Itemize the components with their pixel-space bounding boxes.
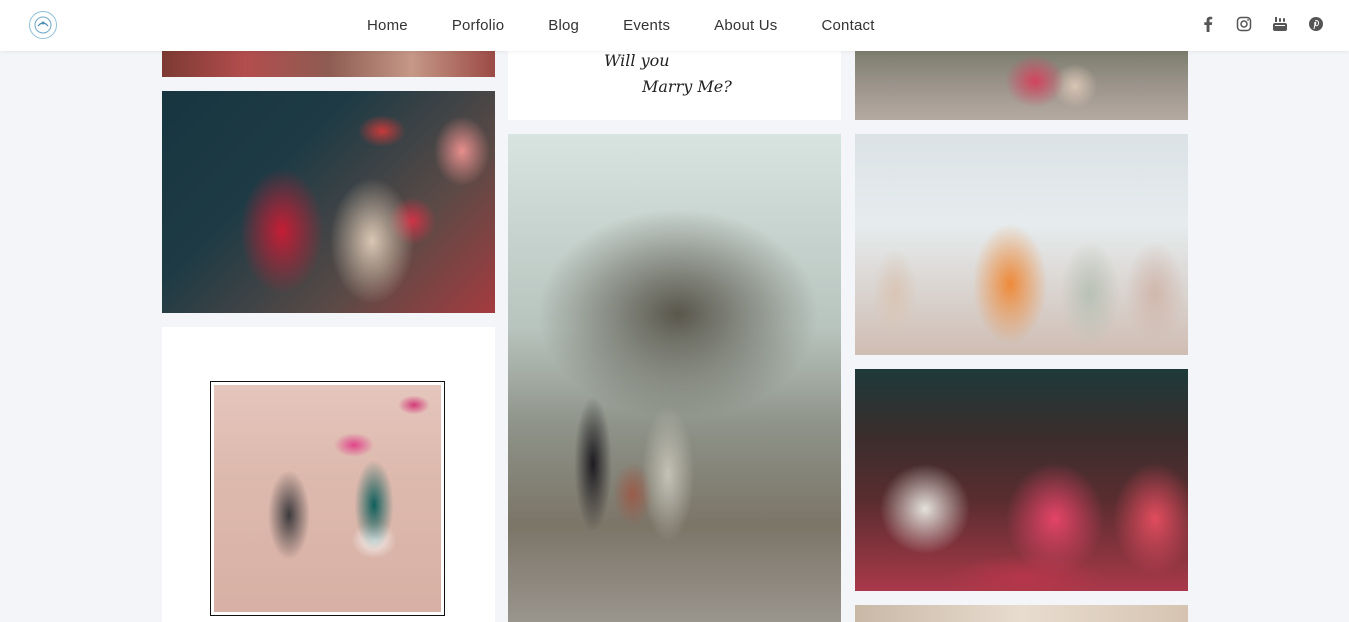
nav-home[interactable]: Home: [345, 17, 430, 34]
nav-portfolio[interactable]: Porfolio: [430, 17, 526, 34]
proposal-text-line1: Will you: [604, 51, 670, 70]
nav-blog[interactable]: Blog: [526, 17, 601, 34]
nav-contact[interactable]: Contact: [799, 17, 896, 34]
nav-about-us[interactable]: About Us: [692, 17, 799, 34]
gallery-photo-celebration[interactable]: [855, 369, 1188, 591]
gallery-card-proposal[interactable]: Will you Marry Me?: [508, 51, 841, 120]
logo-icon[interactable]: [29, 11, 57, 39]
gallery-photo-couple-wall: [214, 385, 441, 612]
pinterest-icon[interactable]: [1307, 15, 1325, 33]
social-links: [1199, 15, 1325, 33]
youtube-icon[interactable]: [1271, 15, 1289, 33]
gallery-photo-procession[interactable]: [855, 51, 1188, 120]
nav-events[interactable]: Events: [601, 17, 692, 34]
site-header: Home Porfolio Blog Events About Us Conta…: [0, 0, 1349, 51]
gallery-card-couple[interactable]: [162, 327, 495, 622]
page: Will you Marry Me? Home Porfolio Blog Ev…: [0, 0, 1349, 622]
gallery-photo-bride-groom[interactable]: [162, 91, 495, 313]
gallery-photo-partial[interactable]: [855, 605, 1188, 622]
gallery-photo-ladies-dancing[interactable]: [855, 134, 1188, 355]
main-nav: Home Porfolio Blog Events About Us Conta…: [345, 0, 897, 51]
facebook-icon[interactable]: [1199, 15, 1217, 33]
instagram-icon[interactable]: [1235, 15, 1253, 33]
proposal-text-line2: Marry Me?: [642, 77, 732, 96]
gallery-photo-ceremony-top[interactable]: [162, 51, 495, 77]
gallery-photo-couple-outdoor[interactable]: [508, 134, 841, 622]
couple-photo-frame: [210, 381, 445, 616]
